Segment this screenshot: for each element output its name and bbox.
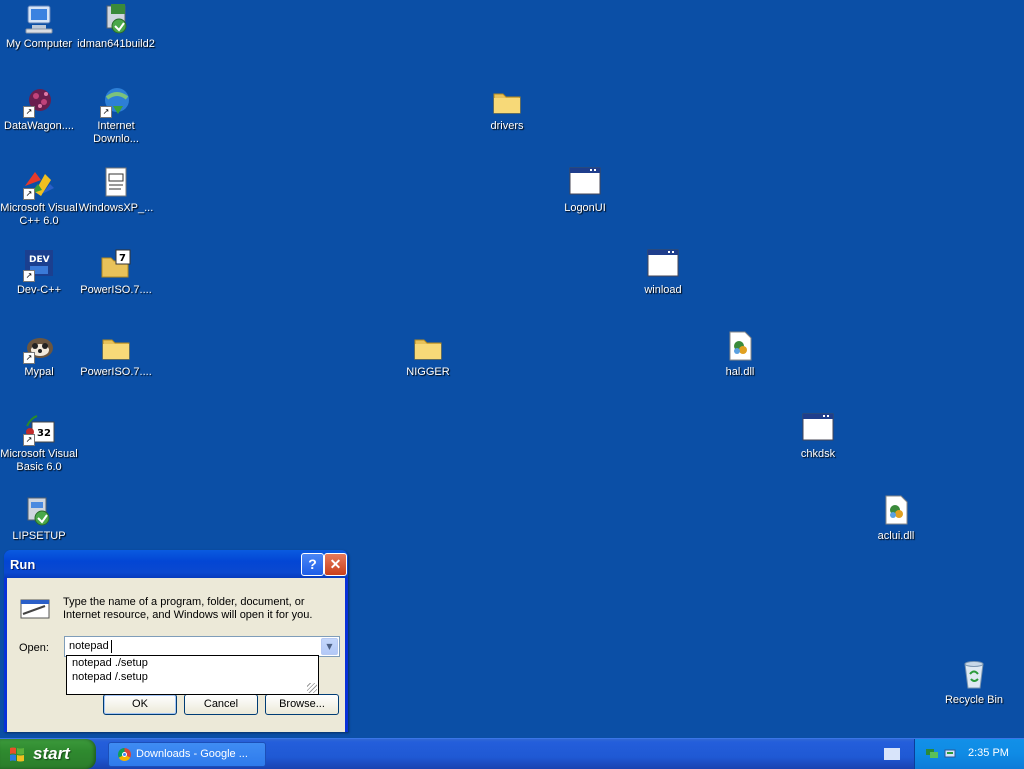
desktop-icon-logonui[interactable]: LogonUI — [546, 166, 624, 215]
run-dialog-title: Run — [10, 557, 36, 572]
application-window-icon — [646, 248, 680, 282]
shortcut-arrow-icon: ↗ — [100, 106, 112, 118]
autocomplete-item[interactable]: notepad /.setup — [67, 670, 318, 684]
folder-icon — [490, 84, 524, 118]
desktop-icon-mypal[interactable]: ↗ Mypal — [0, 330, 78, 379]
desktop-icon-recycle-bin[interactable]: Recycle Bin — [935, 658, 1013, 707]
svg-text:32: 32 — [37, 428, 51, 439]
visual-basic-icon: 32 ↗ — [22, 412, 56, 446]
run-dialog-body: Type the name of a program, folder, docu… — [7, 578, 345, 732]
visual-cpp-icon: ↗ — [22, 166, 56, 200]
desktop-icon-datawagon[interactable]: ↗ DataWagon.... — [0, 84, 78, 133]
winrar-archive-icon: 7 — [99, 248, 133, 282]
open-label: Open: — [19, 642, 49, 654]
desktop-icon-internet-download-manager[interactable]: ↗ Internet Downlo... — [77, 84, 155, 146]
application-window-icon — [568, 166, 602, 200]
desktop-icon-poweriso-archive[interactable]: 7 PowerISO.7.... — [77, 248, 155, 297]
browse-button[interactable]: Browse... — [265, 694, 339, 715]
text-caret — [111, 640, 112, 653]
desktop-icon-winload[interactable]: winload — [624, 248, 702, 297]
desktop-icon-folder[interactable]: NIGGER — [389, 330, 467, 379]
autocomplete-list: notepad ./setup notepad /.setup — [66, 655, 319, 695]
shortcut-arrow-icon: ↗ — [23, 434, 35, 446]
close-button[interactable]: ✕ — [324, 553, 347, 576]
desktop-icon-visual-cpp[interactable]: ↗ Microsoft Visual C++ 6.0 — [0, 166, 78, 228]
shortcut-arrow-icon: ↗ — [23, 188, 35, 200]
dev-cpp-icon: DEV ↗ — [22, 248, 56, 282]
open-input[interactable]: notepad — [69, 640, 109, 652]
desktop-icon-dev-cpp[interactable]: DEV ↗ Dev-C++ — [0, 248, 78, 297]
folder-icon — [99, 330, 133, 364]
chevron-down-icon[interactable]: ▼ — [321, 638, 338, 655]
internet-download-manager-icon: ↗ — [99, 84, 133, 118]
keyboard-icon[interactable] — [884, 748, 900, 760]
help-button[interactable]: ? — [301, 553, 324, 576]
desktop-icon-windowsxp[interactable]: WindowsXP_... — [77, 166, 155, 215]
desktop-icon-chkdsk[interactable]: chkdsk — [779, 412, 857, 461]
desktop-icon-hal-dll[interactable]: hal.dll — [701, 330, 779, 379]
taskbar: start Downloads - Google ... 2:35 PM — [0, 738, 1024, 769]
safely-remove-hardware-icon[interactable] — [943, 747, 957, 759]
taskbar-button-downloads[interactable]: Downloads - Google ... — [108, 742, 266, 767]
system-tray: 2:35 PM — [914, 739, 1024, 769]
desktop-icon-aclui-dll[interactable]: aclui.dll — [857, 494, 935, 543]
svg-text:7: 7 — [119, 253, 126, 264]
shortcut-arrow-icon: ↗ — [23, 352, 35, 364]
run-dialog-titlebar[interactable]: Run ? ✕ — [4, 550, 348, 578]
document-icon — [99, 166, 133, 200]
my-computer-icon — [22, 2, 56, 36]
ok-button[interactable]: OK — [103, 694, 177, 715]
run-icon — [19, 596, 51, 622]
desktop-icon-my-computer[interactable]: My Computer — [0, 2, 78, 51]
svg-text:DEV: DEV — [29, 255, 50, 265]
autocomplete-item[interactable]: notepad ./setup — [67, 656, 318, 670]
mypal-browser-icon: ↗ — [22, 330, 56, 364]
cancel-button[interactable]: Cancel — [184, 694, 258, 715]
windows-flag-icon — [10, 747, 24, 762]
desktop-icon-lipsetup[interactable]: LIPSETUP — [0, 494, 78, 543]
installer-icon — [99, 2, 133, 36]
datawagon-icon: ↗ — [22, 84, 56, 118]
taskbar-button-label: Downloads - Google ... — [136, 748, 248, 760]
desktop-icon-idman641build2[interactable]: idman641build2 — [77, 2, 155, 51]
application-window-icon — [801, 412, 835, 446]
start-label: start — [33, 744, 70, 763]
resize-grip-icon[interactable] — [307, 683, 317, 693]
setup-icon — [22, 494, 56, 528]
chrome-icon — [118, 748, 131, 761]
dll-file-icon — [879, 494, 913, 528]
shortcut-arrow-icon: ↗ — [23, 270, 35, 282]
network-icon[interactable] — [925, 747, 939, 759]
folder-icon — [411, 330, 445, 364]
recycle-bin-icon — [957, 658, 991, 692]
run-description: Type the name of a program, folder, docu… — [63, 596, 313, 621]
start-button[interactable]: start — [0, 739, 96, 769]
shortcut-arrow-icon: ↗ — [23, 106, 35, 118]
desktop: My Computer idman641build2 ↗ DataWagon..… — [0, 0, 1024, 738]
run-dialog: Run ? ✕ Type the name of a program, fold… — [4, 550, 348, 732]
dll-file-icon — [723, 330, 757, 364]
desktop-icon-drivers[interactable]: drivers — [468, 84, 546, 133]
desktop-icon-poweriso-folder[interactable]: PowerISO.7.... — [77, 330, 155, 379]
open-combobox[interactable]: notepad ▼ — [64, 636, 340, 657]
desktop-icon-visual-basic[interactable]: 32 ↗ Microsoft Visual Basic 6.0 — [0, 412, 78, 474]
clock: 2:35 PM — [968, 747, 1009, 759]
